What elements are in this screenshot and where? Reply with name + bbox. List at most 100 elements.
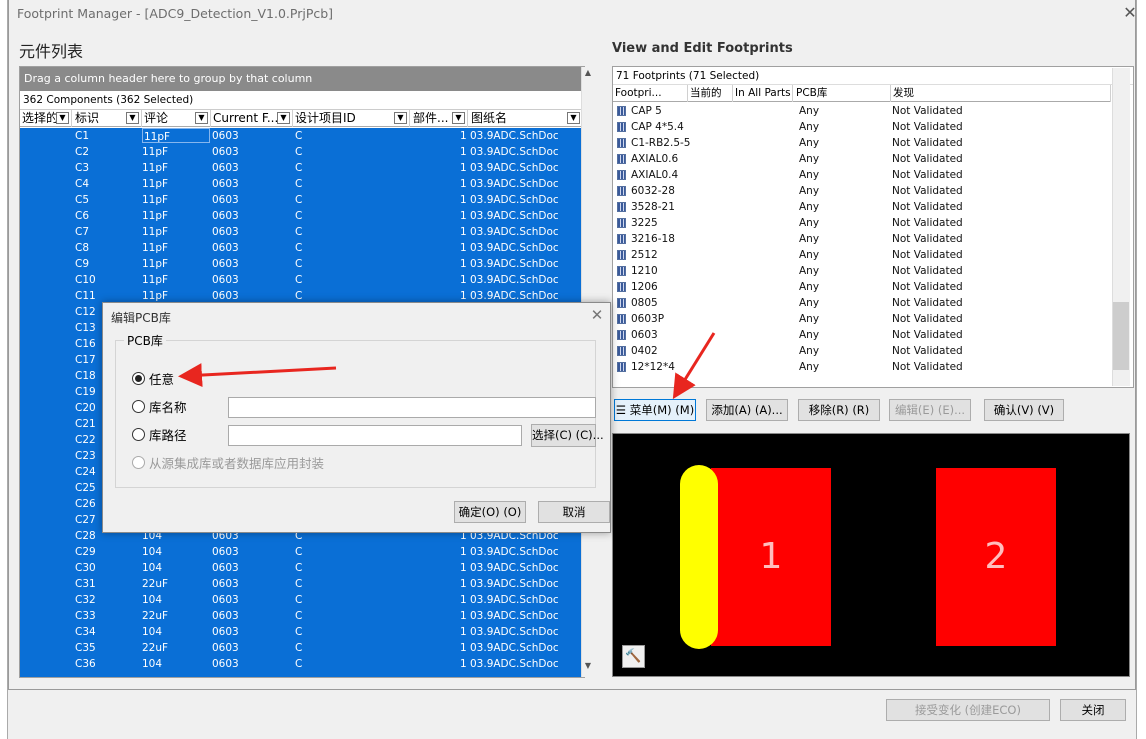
component-row[interactable]: C5 11pF 0603 C 1 03.9ADC.SchDoc	[20, 192, 584, 208]
filter-dropdown-icon[interactable]: ▼	[126, 112, 139, 124]
scroll-down-icon[interactable]: ▼	[582, 661, 594, 675]
column-header[interactable]: 设计项目ID ▼	[293, 110, 410, 127]
footprint-row[interactable]: 12*12*4 Any Not Validated	[613, 359, 1111, 375]
filter-dropdown-icon[interactable]: ▼	[277, 112, 290, 124]
column-header[interactable]: 标识 ▼	[73, 110, 142, 127]
footprint-cell-status: Not Validated	[892, 105, 963, 117]
component-row[interactable]: C9 11pF 0603 C 1 03.9ADC.SchDoc	[20, 256, 584, 272]
filter-dropdown-icon[interactable]: ▼	[56, 112, 69, 124]
component-row[interactable]: C8 11pF 0603 C 1 03.9ADC.SchDoc	[20, 240, 584, 256]
footprint-row[interactable]: 0603 Any Not Validated	[613, 327, 1111, 343]
component-row[interactable]: C6 11pF 0603 C 1 03.9ADC.SchDoc	[20, 208, 584, 224]
footprint-row[interactable]: 3225 Any Not Validated	[613, 215, 1111, 231]
browse-button[interactable]: 选择(C) (C)...	[531, 424, 604, 447]
footprint-row[interactable]: 3528-21 Any Not Validated	[613, 199, 1111, 215]
footprint-row[interactable]: 6032-28 Any Not Validated	[613, 183, 1111, 199]
cell-des: C20	[75, 402, 96, 414]
component-row[interactable]: C29 104 0603 C 1 03.9ADC.SchDoc	[20, 544, 584, 560]
component-row[interactable]: C1 11pF 0603 C 1 03.9ADC.SchDoc	[20, 128, 584, 144]
cell-des: C28	[75, 530, 96, 542]
confirm-button[interactable]: 确认(V) (V)	[984, 399, 1064, 421]
edit-button[interactable]: 编辑(E) (E)...	[889, 399, 971, 421]
footprint-row[interactable]: 1210 Any Not Validated	[613, 263, 1111, 279]
footprint-row[interactable]: 2512 Any Not Validated	[613, 247, 1111, 263]
filter-dropdown-icon[interactable]: ▼	[394, 112, 407, 124]
component-row[interactable]: C33 22uF 0603 C 1 03.9ADC.SchDoc	[20, 608, 584, 624]
footprint-row[interactable]: AXIAL0.4 Any Not Validated	[613, 167, 1111, 183]
component-row[interactable]: C36 104 0603 C 1 03.9ADC.SchDoc	[20, 656, 584, 672]
footprint-row[interactable]: 0805 Any Not Validated	[613, 295, 1111, 311]
cell-fp: 0603	[212, 594, 239, 606]
footprint-row[interactable]: 0603P Any Not Validated	[613, 311, 1111, 327]
filter-dropdown-icon[interactable]: ▼	[567, 112, 580, 124]
column-header[interactable]: 评论 ▼	[142, 110, 211, 127]
footprint-column-header[interactable]: 发现	[891, 85, 1111, 102]
footprint-row[interactable]: 0402 Any Not Validated	[613, 343, 1111, 359]
column-header[interactable]: 部件... ▼	[411, 110, 468, 127]
footprint-row[interactable]: 3216-18 Any Not Validated	[613, 231, 1111, 247]
group-by-bar[interactable]: Drag a column header here to group by th…	[20, 67, 584, 91]
cell-sheet: 03.9ADC.SchDoc	[470, 562, 559, 574]
footprint-row[interactable]: CAP 4*5.4 Any Not Validated	[613, 119, 1111, 135]
dialog-close-icon[interactable]: ✕	[587, 306, 607, 326]
footprint-cell-name: 2512	[631, 249, 658, 261]
component-row[interactable]: C10 11pF 0603 C 1 03.9ADC.SchDoc	[20, 272, 584, 288]
dialog-ok-button[interactable]: 确定(O) (O)	[454, 501, 526, 523]
footprint-column-header[interactable]: PCB库	[794, 85, 891, 102]
footprint-column-header[interactable]: 当前的	[688, 85, 733, 102]
footprint-preview[interactable]: 1 2 🔨	[612, 433, 1130, 677]
cell-sheet: 03.9ADC.SchDoc	[470, 226, 559, 238]
cell-des: C4	[75, 178, 90, 190]
component-row[interactable]: C34 104 0603 C 1 03.9ADC.SchDoc	[20, 624, 584, 640]
accept-changes-button[interactable]: 接受变化 (创建ECO)	[886, 699, 1050, 721]
cell-sheet: 03.9ADC.SchDoc	[470, 546, 559, 558]
component-row[interactable]: C32 104 0603 C 1 03.9ADC.SchDoc	[20, 592, 584, 608]
add-button[interactable]: 添加(A) (A)...	[706, 399, 788, 421]
column-header[interactable]: Current F... ▼	[211, 110, 293, 127]
footprint-row[interactable]: 1206 Any Not Validated	[613, 279, 1111, 295]
cell-des: C33	[75, 610, 96, 622]
column-header-label: 图纸名	[471, 111, 508, 125]
footprint-row[interactable]: CAP 5 Any Not Validated	[613, 103, 1111, 119]
menu-button[interactable]: ☰ 菜单(M) (M)	[614, 399, 696, 421]
footprint-grid[interactable]: 71 Footprints (71 Selected) Footpri... 当前…	[612, 66, 1134, 388]
dialog-cancel-button[interactable]: 取消	[538, 501, 610, 523]
component-row[interactable]: C31 22uF 0603 C 1 03.9ADC.SchDoc	[20, 576, 584, 592]
cell-part: 1	[460, 146, 467, 158]
radio-integrated-library[interactable]	[132, 456, 145, 469]
component-row[interactable]: C35 22uF 0603 C 1 03.9ADC.SchDoc	[20, 640, 584, 656]
cell-fp: 0603	[212, 162, 239, 174]
scroll-up-icon[interactable]: ▲	[582, 68, 594, 82]
hammer-icon[interactable]: 🔨	[622, 645, 645, 668]
filter-dropdown-icon[interactable]: ▼	[195, 112, 208, 124]
cell-id: C	[295, 258, 303, 270]
footprint-column-header[interactable]: Footpri...	[613, 85, 688, 102]
filter-dropdown-icon[interactable]: ▼	[452, 112, 465, 124]
pad-2-label: 2	[984, 536, 1008, 577]
footprint-cell-name: 1210	[631, 265, 658, 277]
library-name-field[interactable]	[228, 397, 596, 418]
cell-des: C32	[75, 594, 96, 606]
library-path-field[interactable]	[228, 425, 522, 446]
radio-library-name[interactable]	[132, 400, 145, 413]
component-row[interactable]: C3 11pF 0603 C 1 03.9ADC.SchDoc	[20, 160, 584, 176]
component-row[interactable]: C4 11pF 0603 C 1 03.9ADC.SchDoc	[20, 176, 584, 192]
footprint-row[interactable]: C1-RB2.5-5 Any Not Validated	[613, 135, 1111, 151]
component-row[interactable]: C30 104 0603 C 1 03.9ADC.SchDoc	[20, 560, 584, 576]
close-button[interactable]: 关闭	[1060, 699, 1126, 721]
cell-comment: 104	[142, 546, 163, 558]
column-header[interactable]: 图纸名 ▼	[469, 110, 583, 127]
component-row[interactable]: C2 11pF 0603 C 1 03.9ADC.SchDoc	[20, 144, 584, 160]
footprint-chip-icon	[617, 138, 626, 148]
cell-des: C34	[75, 626, 96, 638]
radio-any[interactable]	[132, 372, 145, 385]
radio-library-path[interactable]	[132, 428, 145, 441]
component-row[interactable]: C7 11pF 0603 C 1 03.9ADC.SchDoc	[20, 224, 584, 240]
footprint-column-header[interactable]: In All Parts	[733, 85, 793, 102]
column-header[interactable]: 选择的 ▼	[20, 110, 72, 127]
remove-button[interactable]: 移除(R) (R)	[798, 399, 880, 421]
footprint-row[interactable]: AXIAL0.6 Any Not Validated	[613, 151, 1111, 167]
window-close-button[interactable]: ✕	[1119, 2, 1141, 24]
footprint-cell-status: Not Validated	[892, 153, 963, 165]
footprint-scroll-thumb[interactable]	[1113, 302, 1129, 370]
